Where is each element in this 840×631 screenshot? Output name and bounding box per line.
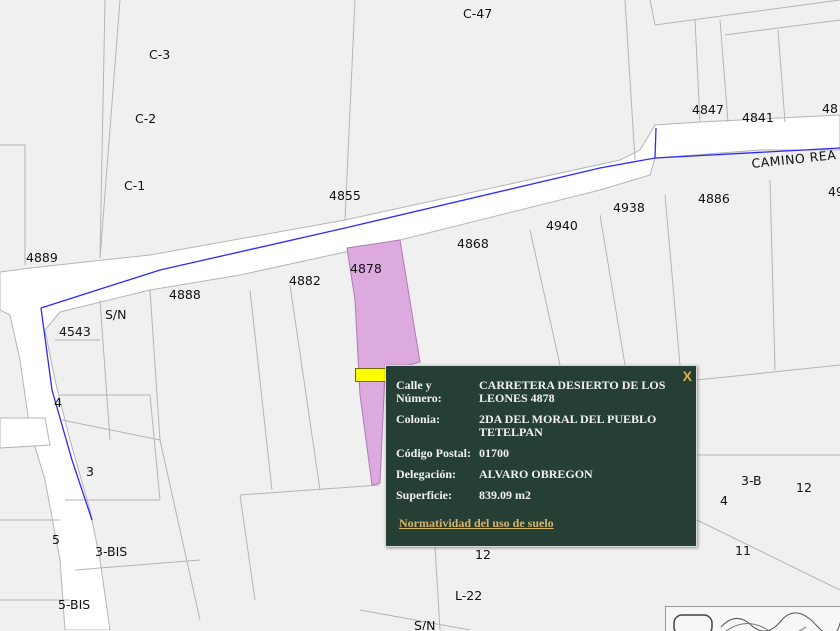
info-row: Código Postal: 01700 xyxy=(396,447,679,468)
lot-label: 3-BIS xyxy=(95,544,127,559)
lot-label: 4 xyxy=(54,395,62,410)
lot-label: 4855 xyxy=(329,188,361,203)
field-value: 01700 xyxy=(479,446,509,460)
info-row: Superficie: 839.09 m2 xyxy=(396,489,679,510)
field-label: Código Postal: xyxy=(396,446,471,460)
overview-map-thumbnail[interactable] xyxy=(665,606,840,631)
lot-label: C-47 xyxy=(463,6,492,21)
lot-label: 4938 xyxy=(613,200,645,215)
lot-label: 4868 xyxy=(457,236,489,251)
lot-label: 4543 xyxy=(59,324,91,339)
field-label: Superficie: xyxy=(396,488,452,502)
field-label: Calle y Número: xyxy=(396,378,442,405)
field-value: 839.09 m2 xyxy=(479,488,531,502)
info-row: Colonia: 2DA DEL MORAL DEL PUEBLO TETELP… xyxy=(396,413,679,447)
lot-label: C-3 xyxy=(149,47,170,62)
overview-map-graphic xyxy=(673,612,840,631)
lot-label: 11 xyxy=(735,543,751,558)
lot-label: C-1 xyxy=(124,178,145,193)
land-use-link[interactable]: Normatividad del uso de suelo xyxy=(399,516,554,531)
parcel-info-popup: X Calle y Número: CARRETERA DESIERTO DE … xyxy=(385,365,697,547)
lot-label: 4886 xyxy=(698,191,730,206)
lot-label: 5 xyxy=(52,532,60,547)
info-row: Calle y Número: CARRETERA DESIERTO DE LO… xyxy=(396,379,679,413)
lot-label: 48 xyxy=(822,101,838,116)
lot-label: 4889 xyxy=(26,250,58,265)
lot-label: 3-B xyxy=(741,473,762,488)
lot-label: 4878 xyxy=(350,261,382,276)
field-value: ALVARO OBREGON xyxy=(479,467,593,481)
lot-label: S/N xyxy=(105,307,127,322)
lot-label: 5-BIS xyxy=(58,597,90,612)
lot-label: 4882 xyxy=(289,273,321,288)
lot-label: 4940 xyxy=(546,218,578,233)
lot-label: 4841 xyxy=(742,110,774,125)
lot-label: 12 xyxy=(475,547,491,562)
lot-label: 4888 xyxy=(169,287,201,302)
lot-label: 12 xyxy=(796,480,812,495)
lot-label: 4847 xyxy=(692,102,724,117)
info-row: Delegación: ALVARO OBREGON xyxy=(396,468,679,489)
lot-label: S/N xyxy=(414,618,436,630)
field-label: Delegación: xyxy=(396,467,456,481)
parcel-info-table: Calle y Número: CARRETERA DESIERTO DE LO… xyxy=(396,379,679,510)
location-pointer xyxy=(355,368,387,382)
lot-label: L-22 xyxy=(455,588,482,603)
lot-label: C-2 xyxy=(135,111,156,126)
close-icon[interactable]: X xyxy=(683,368,692,384)
field-value: 2DA DEL MORAL DEL PUEBLO TETELPAN xyxy=(479,412,657,439)
lot-label: 3 xyxy=(86,464,94,479)
lot-label: 4 xyxy=(720,493,728,508)
lot-label: 49 xyxy=(828,184,840,199)
field-label: Colonia: xyxy=(396,412,441,426)
field-value: CARRETERA DESIERTO DE LOS LEONES 4878 xyxy=(479,378,666,405)
